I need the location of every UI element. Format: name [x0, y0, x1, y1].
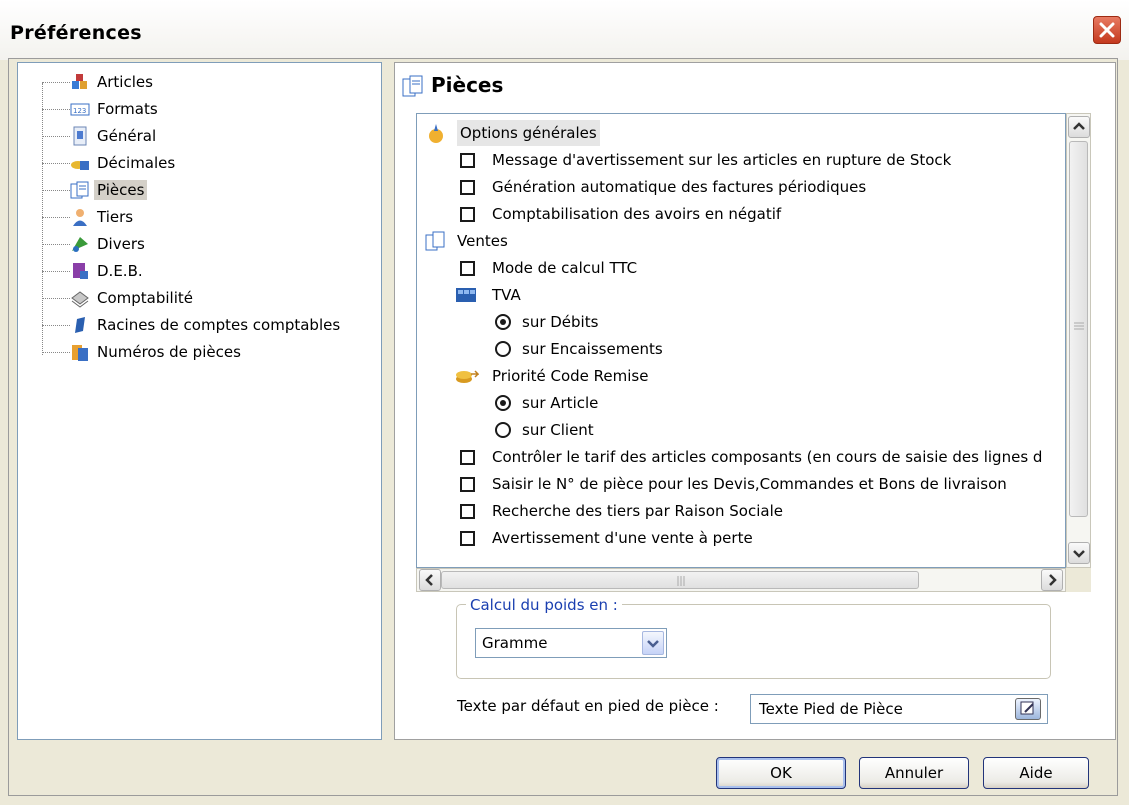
- close-icon: [1099, 22, 1115, 38]
- tree-item-decimales[interactable]: Décimales: [18, 150, 378, 176]
- pied-label: Texte par défaut en pied de pièce :: [457, 697, 719, 715]
- tree-item-deb[interactable]: D.E.B.: [18, 258, 378, 284]
- deb-icon: [73, 263, 88, 279]
- tree-item-articles[interactable]: Articles: [18, 69, 378, 95]
- checkbox[interactable]: [460, 504, 475, 519]
- checkbox[interactable]: [460, 207, 475, 222]
- chevron-up-icon: [1073, 122, 1085, 130]
- tree-item-general[interactable]: Général: [18, 123, 378, 149]
- racines-icon: [75, 317, 85, 333]
- formats-icon: 123: [70, 103, 90, 116]
- tree-item-numeros[interactable]: Numéros de pièces: [18, 339, 378, 365]
- scroll-thumb[interactable]: [441, 571, 919, 589]
- chevron-left-icon: [425, 574, 433, 586]
- tiers-icon: [73, 209, 87, 226]
- options-icon: [429, 124, 443, 143]
- radio-button[interactable]: [495, 422, 511, 438]
- checkbox[interactable]: [460, 477, 475, 492]
- tree-item-tiers[interactable]: Tiers: [18, 204, 378, 230]
- radio-button[interactable]: [495, 341, 511, 357]
- aide-button[interactable]: Aide: [983, 757, 1089, 789]
- scroll-down-button[interactable]: [1068, 542, 1090, 564]
- poids-legend: Calcul du poids en :: [466, 596, 622, 614]
- scroll-corner: [1066, 568, 1091, 592]
- poids-value: Gramme: [482, 634, 548, 652]
- category-tree: Articles 123 Formats Général Décimales P…: [17, 62, 382, 740]
- scroll-thumb[interactable]: [1069, 141, 1088, 517]
- vertical-scrollbar[interactable]: [1066, 113, 1091, 568]
- ventes-icon: [425, 231, 445, 251]
- close-button[interactable]: [1093, 16, 1121, 44]
- tva-icon: [456, 288, 476, 302]
- dropdown-button[interactable]: [642, 631, 664, 655]
- chevron-down-icon: [647, 640, 659, 648]
- chevron-right-icon: [1049, 574, 1057, 586]
- scroll-right-button[interactable]: [1041, 569, 1063, 591]
- edit-text-button[interactable]: [1015, 698, 1041, 720]
- radio-button[interactable]: [495, 395, 511, 411]
- title-bar: Préférences: [0, 0, 1129, 60]
- horizontal-scrollbar[interactable]: [416, 568, 1066, 592]
- tree-item-divers[interactable]: Divers: [18, 231, 378, 257]
- grip-icon: [1074, 322, 1084, 330]
- numeros-icon: [72, 345, 88, 361]
- pieces-icon: [70, 181, 89, 199]
- pied-value: Texte Pied de Pièce: [759, 700, 903, 718]
- svg-text:123: 123: [73, 107, 86, 115]
- panel-title: Pièces: [431, 73, 504, 97]
- tree-item-pieces[interactable]: Pièces: [18, 177, 378, 203]
- comptabilite-icon: [71, 291, 89, 308]
- chevron-down-icon: [1073, 550, 1085, 558]
- radio-button[interactable]: [495, 314, 511, 330]
- checkbox[interactable]: [460, 450, 475, 465]
- annuler-button[interactable]: Annuler: [859, 757, 969, 789]
- coins-icon: [456, 370, 479, 383]
- grip-icon: [677, 576, 685, 586]
- tree-item-comptabilite[interactable]: Comptabilité: [18, 285, 378, 311]
- pied-field[interactable]: Texte Pied de Pièce: [750, 694, 1048, 724]
- tree-item-formats[interactable]: 123 Formats: [18, 96, 378, 122]
- scroll-up-button[interactable]: [1068, 116, 1090, 138]
- checkbox[interactable]: [460, 531, 475, 546]
- ok-button[interactable]: OK: [716, 757, 846, 789]
- options-list[interactable]: Options générales Message d'avertissemen…: [416, 113, 1066, 568]
- checkbox[interactable]: [460, 153, 475, 168]
- window-title: Préférences: [10, 22, 142, 44]
- articles-icon: [72, 74, 87, 89]
- poids-select[interactable]: Gramme: [475, 628, 667, 658]
- tree-item-racines[interactable]: Racines de comptes comptables: [18, 312, 378, 338]
- edit-icon: [1020, 701, 1034, 715]
- checkbox[interactable]: [460, 180, 475, 195]
- decimales-icon: [71, 161, 89, 170]
- scroll-left-button[interactable]: [419, 569, 441, 591]
- divers-icon: [72, 237, 88, 252]
- checkbox[interactable]: [460, 261, 475, 276]
- general-icon: [73, 126, 87, 146]
- pieces-icon: [402, 75, 423, 97]
